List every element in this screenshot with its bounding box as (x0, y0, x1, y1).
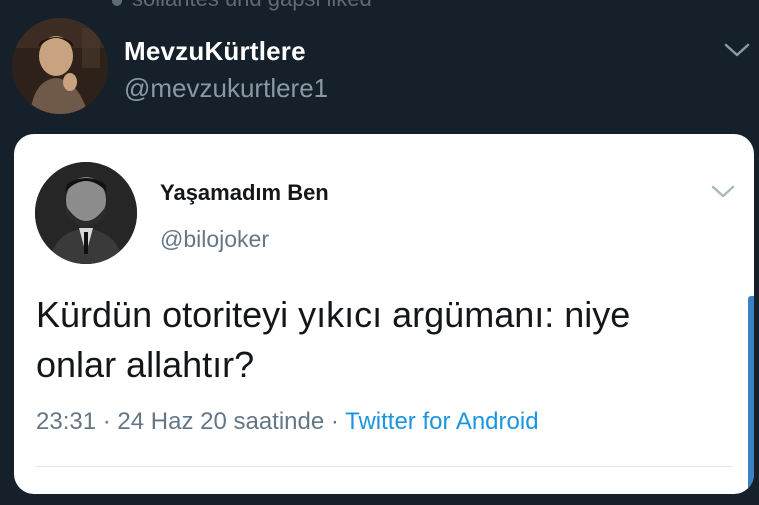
avatar-image (12, 18, 108, 114)
tweet-meta: 23:31 · 24 Haz 20 saatinde · Twitter for… (36, 408, 539, 436)
separator-dot: · (330, 408, 339, 435)
quoted-user-handle[interactable]: @bilojoker (160, 226, 269, 253)
chevron-down-icon[interactable] (723, 36, 751, 64)
quoted-tweet-card[interactable]: Yaşamadım Ben @bilojoker Kürdün otoritey… (14, 134, 754, 494)
liked-context-text: sollantes und gapsi liked (132, 0, 372, 11)
avatar[interactable] (12, 18, 108, 114)
tweet-time[interactable]: 23:31 (36, 408, 96, 435)
quoted-user-name[interactable]: Yaşamadım Ben (160, 180, 329, 206)
chevron-down-icon[interactable] (710, 178, 736, 204)
liked-context-line: sollantes und gapsi liked (112, 0, 372, 12)
outer-tweet-header: MevzuKürtlere @mevzukurtlere1 (12, 18, 759, 114)
scrollbar[interactable] (748, 296, 754, 494)
tweet-text-line: onlar allahtır? (36, 344, 255, 385)
avatar[interactable] (35, 162, 137, 264)
separator-dot: · (102, 408, 111, 435)
heart-icon (112, 0, 122, 6)
outer-user-handle[interactable]: @mevzukurtlere1 (124, 73, 328, 104)
tweet-text: Kürdün otoriteyi yıkıcı argümanı: niye o… (36, 290, 736, 390)
avatar-image (35, 162, 137, 264)
tweet-text-line: Kürdün otoriteyi yıkıcı argümanı: niye (36, 294, 631, 335)
divider (36, 466, 732, 467)
tweet-date[interactable]: 24 Haz 20 saatinde (117, 408, 324, 435)
outer-user-name[interactable]: MevzuKürtlere (124, 36, 306, 67)
tweet-source-link[interactable]: Twitter for Android (345, 408, 538, 435)
